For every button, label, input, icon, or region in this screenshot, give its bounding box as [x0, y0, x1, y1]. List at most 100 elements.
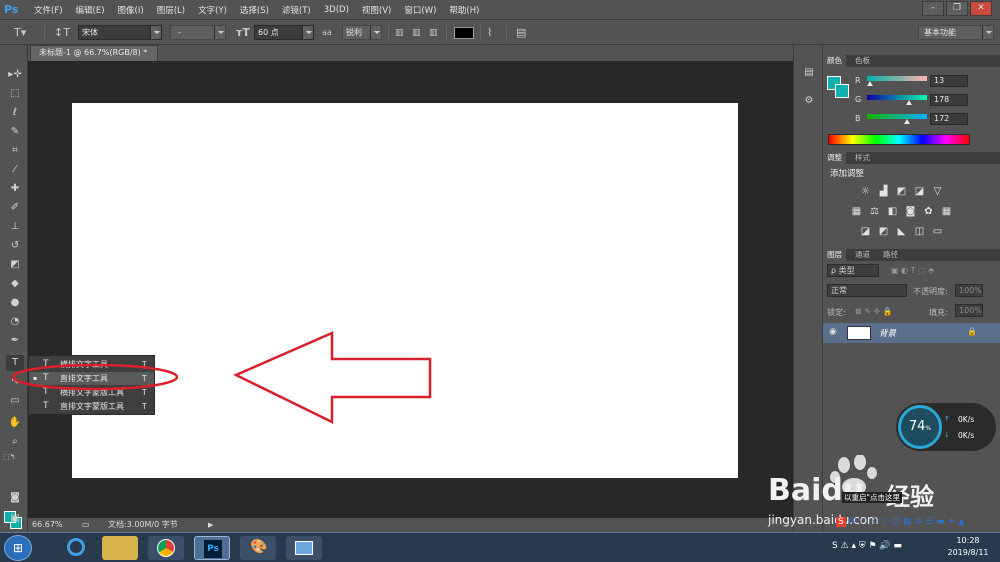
layer-filter-select[interactable]: ρ 类型 — [827, 264, 879, 277]
taskbar-browser-icon[interactable] — [58, 536, 94, 560]
tab-layers[interactable]: 图层 — [823, 249, 846, 261]
menu-filter[interactable]: 滤镜(T) — [282, 4, 311, 16]
menu-edit[interactable]: 编辑(E) — [76, 4, 105, 16]
red-slider[interactable] — [867, 76, 927, 86]
hand-tool-icon[interactable]: ✋ — [6, 415, 24, 431]
flyout-item-vertical-type-mask[interactable]: T 直排文字蒙版工具 T — [29, 400, 154, 413]
sogou-s-icon[interactable]: S — [836, 517, 846, 527]
tab-swatches[interactable]: 色板 — [851, 55, 874, 67]
photo-filter-icon[interactable]: ◙ — [904, 206, 917, 217]
lasso-tool-icon[interactable]: ℓ — [6, 105, 24, 121]
swap-colors-icon[interactable]: ⬚↰ — [3, 453, 15, 461]
color-bg-swatch[interactable] — [835, 84, 849, 98]
layer-filter-icons[interactable]: ▣ ◐ T ⬚ ⬘ — [891, 266, 934, 275]
blur-tool-icon[interactable]: ● — [6, 295, 24, 311]
vibrance-icon[interactable]: ▽ — [931, 186, 944, 197]
network-speed-widget[interactable]: 74% ↑ 0K/s ↓ 0K/s — [896, 403, 996, 451]
quick-mask-icon[interactable]: ◙ — [6, 490, 24, 506]
tab-adjustments[interactable]: 调整 — [823, 152, 846, 164]
levels-icon[interactable]: ▟ — [877, 186, 890, 197]
ime-icons[interactable]: 中 ◌ ⚇ ♪ ☺ ▦ ⚙ ☰ ▬ ✦ ▲ — [849, 517, 965, 527]
gradient-map-icon[interactable]: ▭ — [931, 226, 944, 237]
invert-icon[interactable]: ◪ — [859, 226, 872, 237]
text-color-swatch[interactable] — [454, 27, 474, 39]
close-button[interactable]: ✕ — [970, 1, 992, 16]
slider-thumb-icon[interactable] — [904, 119, 911, 124]
taskbar-photo-viewer-icon[interactable] — [286, 536, 322, 560]
character-panel-icon[interactable]: ▤ — [516, 26, 526, 40]
blue-value-input[interactable]: 172 — [930, 113, 968, 125]
workspace-select[interactable]: 基本功能 — [918, 25, 994, 40]
taskbar-chrome-icon[interactable] — [148, 536, 184, 560]
threshold-icon[interactable]: ◣ — [895, 226, 908, 237]
gradient-tool-icon[interactable]: ◆ — [6, 276, 24, 292]
selective-color-icon[interactable]: ◫ — [913, 226, 926, 237]
blue-slider[interactable] — [867, 114, 927, 124]
tab-channels[interactable]: 通道 — [851, 249, 874, 261]
slider-thumb-icon[interactable] — [905, 100, 912, 105]
pen-tool-icon[interactable]: ✒ — [6, 333, 24, 349]
visibility-eye-icon[interactable]: ◉ — [829, 327, 837, 337]
zoom-level[interactable]: 66.67% — [32, 518, 63, 532]
brightness-icon[interactable]: ☼ — [859, 186, 872, 197]
taskbar-explorer-icon[interactable] — [102, 536, 138, 560]
green-value-input[interactable]: 178 — [930, 94, 968, 106]
tab-paths[interactable]: 路径 — [879, 249, 902, 261]
quick-select-tool-icon[interactable]: ✎ — [6, 124, 24, 140]
taskbar-clock[interactable]: 10:28 2019/8/11 — [936, 535, 1000, 561]
text-orientation-icon[interactable]: ↕T — [54, 26, 70, 40]
warp-text-icon[interactable]: ⌇ — [487, 26, 492, 40]
type-tool-preset-icon[interactable]: 𝖳▾ — [14, 26, 26, 40]
opacity-input[interactable]: 100% — [955, 284, 983, 297]
menu-file[interactable]: 文件(F) — [34, 4, 63, 16]
hue-saturation-icon[interactable]: ▦ — [850, 206, 863, 217]
brush-tool-icon[interactable]: ✐ — [6, 200, 24, 216]
marquee-tool-icon[interactable]: ⬚ — [6, 86, 24, 102]
red-value-input[interactable]: 13 — [930, 75, 968, 87]
green-slider[interactable] — [867, 95, 927, 105]
tab-color[interactable]: 颜色 — [823, 55, 846, 67]
move-tool-icon[interactable]: ▸✛ — [6, 67, 24, 83]
eyedropper-tool-icon[interactable]: ⁄ — [6, 162, 24, 178]
eraser-tool-icon[interactable]: ◩ — [6, 257, 24, 273]
slider-thumb-icon[interactable] — [867, 81, 874, 86]
layer-row-background[interactable]: ◉ 背景 🔒 — [823, 323, 1000, 343]
menu-help[interactable]: 帮助(H) — [449, 4, 479, 16]
properties-panel-icon[interactable]: ⚙ — [801, 93, 817, 109]
blend-mode-select[interactable]: 正常 — [827, 284, 907, 297]
menu-layer[interactable]: 图层(L) — [157, 4, 185, 16]
menu-type[interactable]: 文字(Y) — [198, 4, 227, 16]
tab-styles[interactable]: 样式 — [851, 152, 874, 164]
taskbar-photoshop-icon[interactable]: Ps — [194, 536, 230, 560]
zoom-tool-icon[interactable]: ⌕ — [6, 434, 24, 450]
clone-stamp-tool-icon[interactable]: ⊥ — [6, 219, 24, 235]
system-tray-icons[interactable]: S ⚠ ▴ ⛨ ⚑ 🔊 ▬ — [832, 541, 902, 551]
color-balance-icon[interactable]: ⚖ — [868, 206, 881, 217]
color-lookup-icon[interactable]: ▦ — [940, 206, 953, 217]
color-spectrum-bar[interactable] — [828, 134, 970, 145]
font-family-select[interactable]: 宋体 — [78, 25, 162, 40]
font-size-select[interactable]: 60 点 — [254, 25, 314, 40]
minimize-button[interactable]: – — [922, 1, 944, 16]
dodge-tool-icon[interactable]: ◔ — [6, 314, 24, 330]
healing-brush-tool-icon[interactable]: ✚ — [6, 181, 24, 197]
menu-view[interactable]: 视图(V) — [362, 4, 391, 16]
align-bottom-icon[interactable]: ▥ — [429, 26, 438, 40]
screen-mode-icon[interactable]: ▣ — [6, 511, 24, 527]
history-panel-icon[interactable]: ▤ — [801, 65, 817, 81]
channel-mixer-icon[interactable]: ✿ — [922, 206, 935, 217]
font-style-select[interactable]: - — [170, 25, 226, 40]
black-white-icon[interactable]: ◧ — [886, 206, 899, 217]
align-top-icon[interactable]: ▥ — [395, 26, 404, 40]
taskbar-paint-icon[interactable]: 🎨 — [240, 536, 276, 560]
exposure-icon[interactable]: ◪ — [913, 186, 926, 197]
ime-toolbar[interactable]: S 中 ◌ ⚇ ♪ ☺ ▦ ⚙ ☰ ▬ ✦ ▲ — [836, 514, 1000, 528]
menu-3d[interactable]: 3D(D) — [324, 5, 349, 15]
crop-tool-icon[interactable]: ⌗ — [6, 143, 24, 159]
rectangle-tool-icon[interactable]: ▭ — [6, 393, 24, 409]
menu-image[interactable]: 图像(I) — [118, 4, 144, 16]
menu-select[interactable]: 选择(S) — [240, 4, 269, 16]
antialias-select[interactable]: 锐利 — [342, 25, 382, 40]
history-brush-tool-icon[interactable]: ↺ — [6, 238, 24, 254]
status-menu-arrow-icon[interactable]: ▶ — [208, 518, 213, 532]
